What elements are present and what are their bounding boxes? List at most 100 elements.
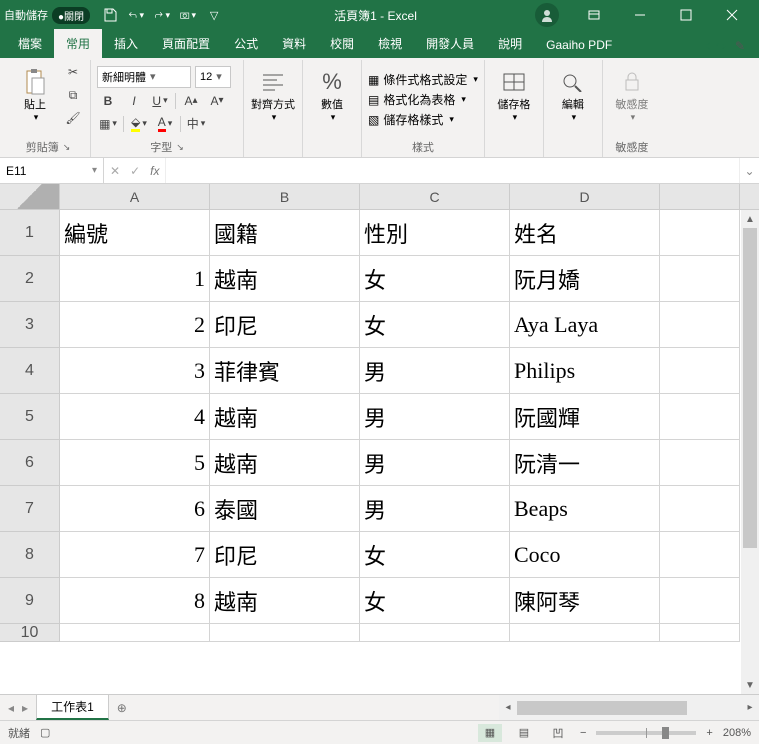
cell[interactable]: 越南 <box>210 440 360 486</box>
macro-record-icon[interactable]: ▢ <box>40 726 50 739</box>
ribbon-display-icon[interactable] <box>571 0 617 30</box>
maximize-button[interactable] <box>663 0 709 30</box>
font-color-icon[interactable]: A▾ <box>154 114 176 134</box>
camera-icon[interactable]: ▾ <box>180 7 196 23</box>
name-box[interactable]: E11▾ <box>0 158 104 183</box>
cell[interactable]: 女 <box>360 578 510 624</box>
redo-icon[interactable]: ▾ <box>154 7 170 23</box>
increase-font-icon[interactable]: A▴ <box>180 91 202 111</box>
cell[interactable]: 阮國輝 <box>510 394 660 440</box>
cell[interactable]: 泰國 <box>210 486 360 532</box>
cell[interactable]: 性別 <box>360 210 510 256</box>
col-header-A[interactable]: A <box>60 184 210 209</box>
minimize-button[interactable] <box>617 0 663 30</box>
scroll-right-icon[interactable]: ▸ <box>741 702 759 713</box>
cell[interactable]: 男 <box>360 440 510 486</box>
row-header[interactable]: 8 <box>0 532 60 578</box>
cell[interactable] <box>660 578 740 624</box>
underline-button[interactable]: U▾ <box>149 91 171 111</box>
font-name-combo[interactable]: 新細明體▾ <box>97 66 191 88</box>
row-header[interactable]: 9 <box>0 578 60 624</box>
tab-data[interactable]: 資料 <box>270 29 318 58</box>
cell[interactable]: 阮月嬌 <box>510 256 660 302</box>
alignment-button[interactable]: 對齊方式 ▾ <box>250 62 296 128</box>
qat-customize-icon[interactable]: ▽ <box>206 7 222 23</box>
zoom-out-button[interactable]: − <box>580 727 586 739</box>
cell[interactable]: 越南 <box>210 394 360 440</box>
cell[interactable]: Philips <box>510 348 660 394</box>
formula-input[interactable] <box>166 158 739 183</box>
tab-file[interactable]: 檔案 <box>6 29 54 58</box>
normal-view-button[interactable]: ▦ <box>478 724 502 742</box>
sheet-tab[interactable]: 工作表1 <box>36 695 109 720</box>
sheet-nav-prev-icon[interactable]: ◂ <box>8 701 14 715</box>
cell[interactable] <box>660 348 740 394</box>
cell[interactable] <box>660 624 740 642</box>
undo-icon[interactable]: ▾ <box>128 7 144 23</box>
cell[interactable]: 2 <box>60 302 210 348</box>
format-as-table-button[interactable]: ▤格式化為表格▾ <box>368 91 466 108</box>
zoom-level[interactable]: 208% <box>723 727 751 739</box>
scroll-left-icon[interactable]: ◂ <box>499 702 517 713</box>
cell[interactable] <box>210 624 360 642</box>
cell[interactable]: 女 <box>360 532 510 578</box>
cell[interactable]: Aya Laya <box>510 302 660 348</box>
borders-icon[interactable]: ▦▾ <box>97 114 119 134</box>
row-header[interactable]: 7 <box>0 486 60 532</box>
fx-icon[interactable]: fx <box>150 164 159 178</box>
cell[interactable]: 男 <box>360 394 510 440</box>
scroll-thumb[interactable] <box>743 228 757 548</box>
tab-review[interactable]: 校閱 <box>318 29 366 58</box>
scroll-down-icon[interactable]: ▼ <box>741 676 759 694</box>
user-avatar[interactable] <box>535 3 559 27</box>
cell[interactable]: 陳阿琴 <box>510 578 660 624</box>
cut-icon[interactable]: ✂ <box>62 62 84 82</box>
col-header-E[interactable] <box>660 184 740 209</box>
cell[interactable]: 印尼 <box>210 532 360 578</box>
row-header[interactable]: 6 <box>0 440 60 486</box>
zoom-in-button[interactable]: + <box>706 727 712 739</box>
number-button[interactable]: % 數值 ▾ <box>309 62 355 128</box>
tab-insert[interactable]: 插入 <box>102 29 150 58</box>
tab-formulas[interactable]: 公式 <box>222 29 270 58</box>
cell[interactable]: 越南 <box>210 256 360 302</box>
cell[interactable]: 5 <box>60 440 210 486</box>
tab-page-layout[interactable]: 頁面配置 <box>150 29 222 58</box>
row-header[interactable]: 5 <box>0 394 60 440</box>
phonetic-icon[interactable]: 中▾ <box>185 114 207 134</box>
bold-button[interactable]: B <box>97 91 119 111</box>
copy-icon[interactable]: ⧉ <box>62 85 84 105</box>
comments-button[interactable]: ✎ <box>727 34 753 58</box>
page-break-view-button[interactable]: 凹 <box>546 724 570 742</box>
cell[interactable] <box>660 394 740 440</box>
cell[interactable]: Beaps <box>510 486 660 532</box>
cell[interactable]: 越南 <box>210 578 360 624</box>
cell[interactable] <box>660 302 740 348</box>
cell[interactable]: 男 <box>360 486 510 532</box>
dialog-launcher-icon[interactable]: ↘ <box>63 142 71 153</box>
vertical-scrollbar[interactable]: ▲ ▼ <box>741 210 759 694</box>
cell[interactable]: 男 <box>360 348 510 394</box>
cell-styles-button[interactable]: ▧儲存格樣式▾ <box>368 111 454 128</box>
cell[interactable]: 菲律賓 <box>210 348 360 394</box>
conditional-formatting-button[interactable]: ▦條件式格式設定▾ <box>368 71 478 88</box>
expand-formula-icon[interactable]: ⌄ <box>739 158 759 183</box>
col-header-B[interactable]: B <box>210 184 360 209</box>
scroll-up-icon[interactable]: ▲ <box>741 210 759 228</box>
cell[interactable] <box>660 532 740 578</box>
format-painter-icon[interactable]: 🖌 <box>62 108 84 128</box>
cell[interactable]: 7 <box>60 532 210 578</box>
cell[interactable] <box>660 486 740 532</box>
cell[interactable]: 印尼 <box>210 302 360 348</box>
tab-help[interactable]: 說明 <box>486 29 534 58</box>
editing-button[interactable]: 編輯 ▾ <box>550 62 596 128</box>
autosave-toggle[interactable]: 自動儲存 ●關閉 <box>4 7 90 24</box>
cell[interactable] <box>510 624 660 642</box>
row-header[interactable]: 10 <box>0 624 60 642</box>
cell[interactable]: 3 <box>60 348 210 394</box>
tab-home[interactable]: 常用 <box>54 29 102 58</box>
cell[interactable]: 1 <box>60 256 210 302</box>
dialog-launcher-icon[interactable]: ↘ <box>176 142 184 153</box>
cell[interactable]: 編號 <box>60 210 210 256</box>
cell[interactable] <box>660 440 740 486</box>
